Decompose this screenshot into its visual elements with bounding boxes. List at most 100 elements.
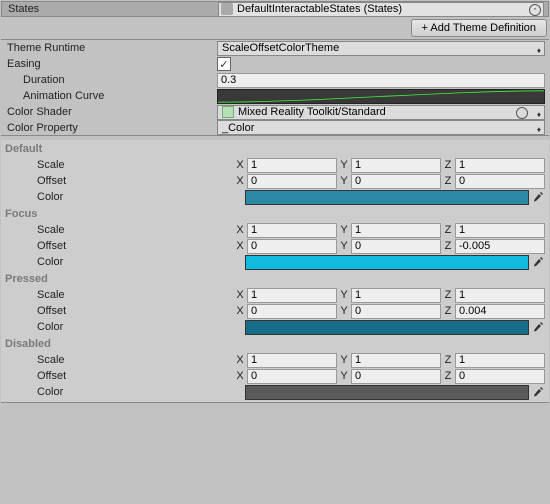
states-object-field[interactable]: DefaultInteractableStates (States) ◦ <box>218 2 544 17</box>
offset-y-input[interactable]: 0 <box>351 369 441 384</box>
axis-x-label: X <box>235 289 245 301</box>
prop-label-scale: Scale <box>5 289 235 301</box>
dropdown-arrow-icon: ♦ <box>537 125 541 134</box>
axis-z-label: Z <box>443 159 453 171</box>
offset-x-input[interactable]: 0 <box>247 239 337 254</box>
scale-y-input[interactable]: 1 <box>351 223 441 238</box>
color-property-dropdown[interactable]: _Color ♦ <box>217 120 545 135</box>
theme-runtime-value: ScaleOffsetColorTheme <box>222 42 339 54</box>
scale-x-input[interactable]: 1 <box>247 158 337 173</box>
easing-checkbox[interactable]: ✓ <box>217 57 231 71</box>
axis-y-label: Y <box>339 370 349 382</box>
curve-icon <box>218 90 544 103</box>
scale-z-input[interactable]: 1 <box>455 288 545 303</box>
axis-x-label: X <box>235 175 245 187</box>
offset-x-input[interactable]: 0 <box>247 304 337 319</box>
color-swatch[interactable] <box>245 385 529 400</box>
axis-x-label: X <box>235 305 245 317</box>
offset-y-input[interactable]: 0 <box>351 239 441 254</box>
offset-x-input[interactable]: 0 <box>247 174 337 189</box>
prop-label-color: Color <box>5 191 245 203</box>
axis-x-label: X <box>235 370 245 382</box>
prop-label-scale: Scale <box>5 159 235 171</box>
offset-z-input[interactable]: 0.004 <box>455 304 545 319</box>
axis-z-label: Z <box>443 240 453 252</box>
prop-label-scale: Scale <box>5 224 235 236</box>
duration-input[interactable]: 0.3 <box>217 73 545 88</box>
eyedropper-icon[interactable] <box>531 320 545 335</box>
scale-z-input[interactable]: 1 <box>455 353 545 368</box>
color-shader-dropdown[interactable]: Mixed Reality Toolkit/Standard ♦ <box>217 105 545 120</box>
axis-z-label: Z <box>443 305 453 317</box>
offset-y-input[interactable]: 0 <box>351 304 441 319</box>
scale-x-input[interactable]: 1 <box>247 353 337 368</box>
color-property-value: _Color <box>222 122 254 134</box>
duration-value: 0.3 <box>221 74 236 86</box>
states-object-value: DefaultInteractableStates (States) <box>237 3 402 15</box>
axis-z-label: Z <box>443 354 453 366</box>
scale-y-input[interactable]: 1 <box>351 158 441 173</box>
offset-y-input[interactable]: 0 <box>351 174 441 189</box>
state-header: Default <box>1 140 549 157</box>
axis-y-label: Y <box>339 289 349 301</box>
asset-icon <box>221 3 233 15</box>
eyedropper-icon[interactable] <box>531 255 545 270</box>
axis-y-label: Y <box>339 175 349 187</box>
offset-z-input[interactable]: 0 <box>455 174 545 189</box>
theme-runtime-dropdown[interactable]: ScaleOffsetColorTheme ♦ <box>217 41 545 56</box>
prop-label-color: Color <box>5 256 245 268</box>
axis-z-label: Z <box>443 370 453 382</box>
offset-z-input[interactable]: 0 <box>455 369 545 384</box>
shader-icon <box>222 106 234 118</box>
theme-runtime-label: Theme Runtime <box>5 42 217 54</box>
add-theme-definition-button[interactable]: + Add Theme Definition <box>411 19 547 37</box>
color-swatch[interactable] <box>245 255 529 270</box>
axis-y-label: Y <box>339 224 349 236</box>
axis-z-label: Z <box>443 289 453 301</box>
axis-x-label: X <box>235 240 245 252</box>
object-picker-icon[interactable] <box>516 107 528 119</box>
color-property-label: Color Property <box>5 122 217 134</box>
color-swatch[interactable] <box>245 190 529 205</box>
scale-z-input[interactable]: 1 <box>455 158 545 173</box>
color-shader-value: Mixed Reality Toolkit/Standard <box>238 106 386 118</box>
animation-curve-field[interactable] <box>217 89 545 104</box>
prop-label-color: Color <box>5 386 245 398</box>
axis-z-label: Z <box>443 224 453 236</box>
state-header: Disabled <box>1 335 549 352</box>
animation-curve-label: Animation Curve <box>5 90 217 102</box>
prop-label-offset: Offset <box>5 305 235 317</box>
easing-label: Easing <box>5 58 217 70</box>
eyedropper-icon[interactable] <box>531 385 545 400</box>
scale-y-input[interactable]: 1 <box>351 288 441 303</box>
prop-label-scale: Scale <box>5 354 235 366</box>
axis-y-label: Y <box>339 159 349 171</box>
axis-y-label: Y <box>339 240 349 252</box>
add-theme-definition-label: + Add Theme Definition <box>422 22 536 34</box>
prop-label-offset: Offset <box>5 370 235 382</box>
scale-x-input[interactable]: 1 <box>247 288 337 303</box>
color-shader-label: Color Shader <box>5 106 217 118</box>
eyedropper-icon[interactable] <box>531 190 545 205</box>
axis-y-label: Y <box>339 354 349 366</box>
dropdown-arrow-icon: ♦ <box>537 110 541 119</box>
prop-label-color: Color <box>5 321 245 333</box>
scale-y-input[interactable]: 1 <box>351 353 441 368</box>
state-header: Focus <box>1 205 549 222</box>
offset-x-input[interactable]: 0 <box>247 369 337 384</box>
axis-y-label: Y <box>339 305 349 317</box>
axis-x-label: X <box>235 354 245 366</box>
duration-label: Duration <box>5 74 217 86</box>
offset-z-input[interactable]: -0.005 <box>455 239 545 254</box>
prop-label-offset: Offset <box>5 175 235 187</box>
prop-label-offset: Offset <box>5 240 235 252</box>
checkmark-icon: ✓ <box>219 58 228 71</box>
axis-x-label: X <box>235 159 245 171</box>
object-picker-icon[interactable]: ◦ <box>529 4 541 16</box>
states-label: States <box>6 3 218 15</box>
axis-z-label: Z <box>443 175 453 187</box>
color-swatch[interactable] <box>245 320 529 335</box>
scale-z-input[interactable]: 1 <box>455 223 545 238</box>
axis-x-label: X <box>235 224 245 236</box>
scale-x-input[interactable]: 1 <box>247 223 337 238</box>
